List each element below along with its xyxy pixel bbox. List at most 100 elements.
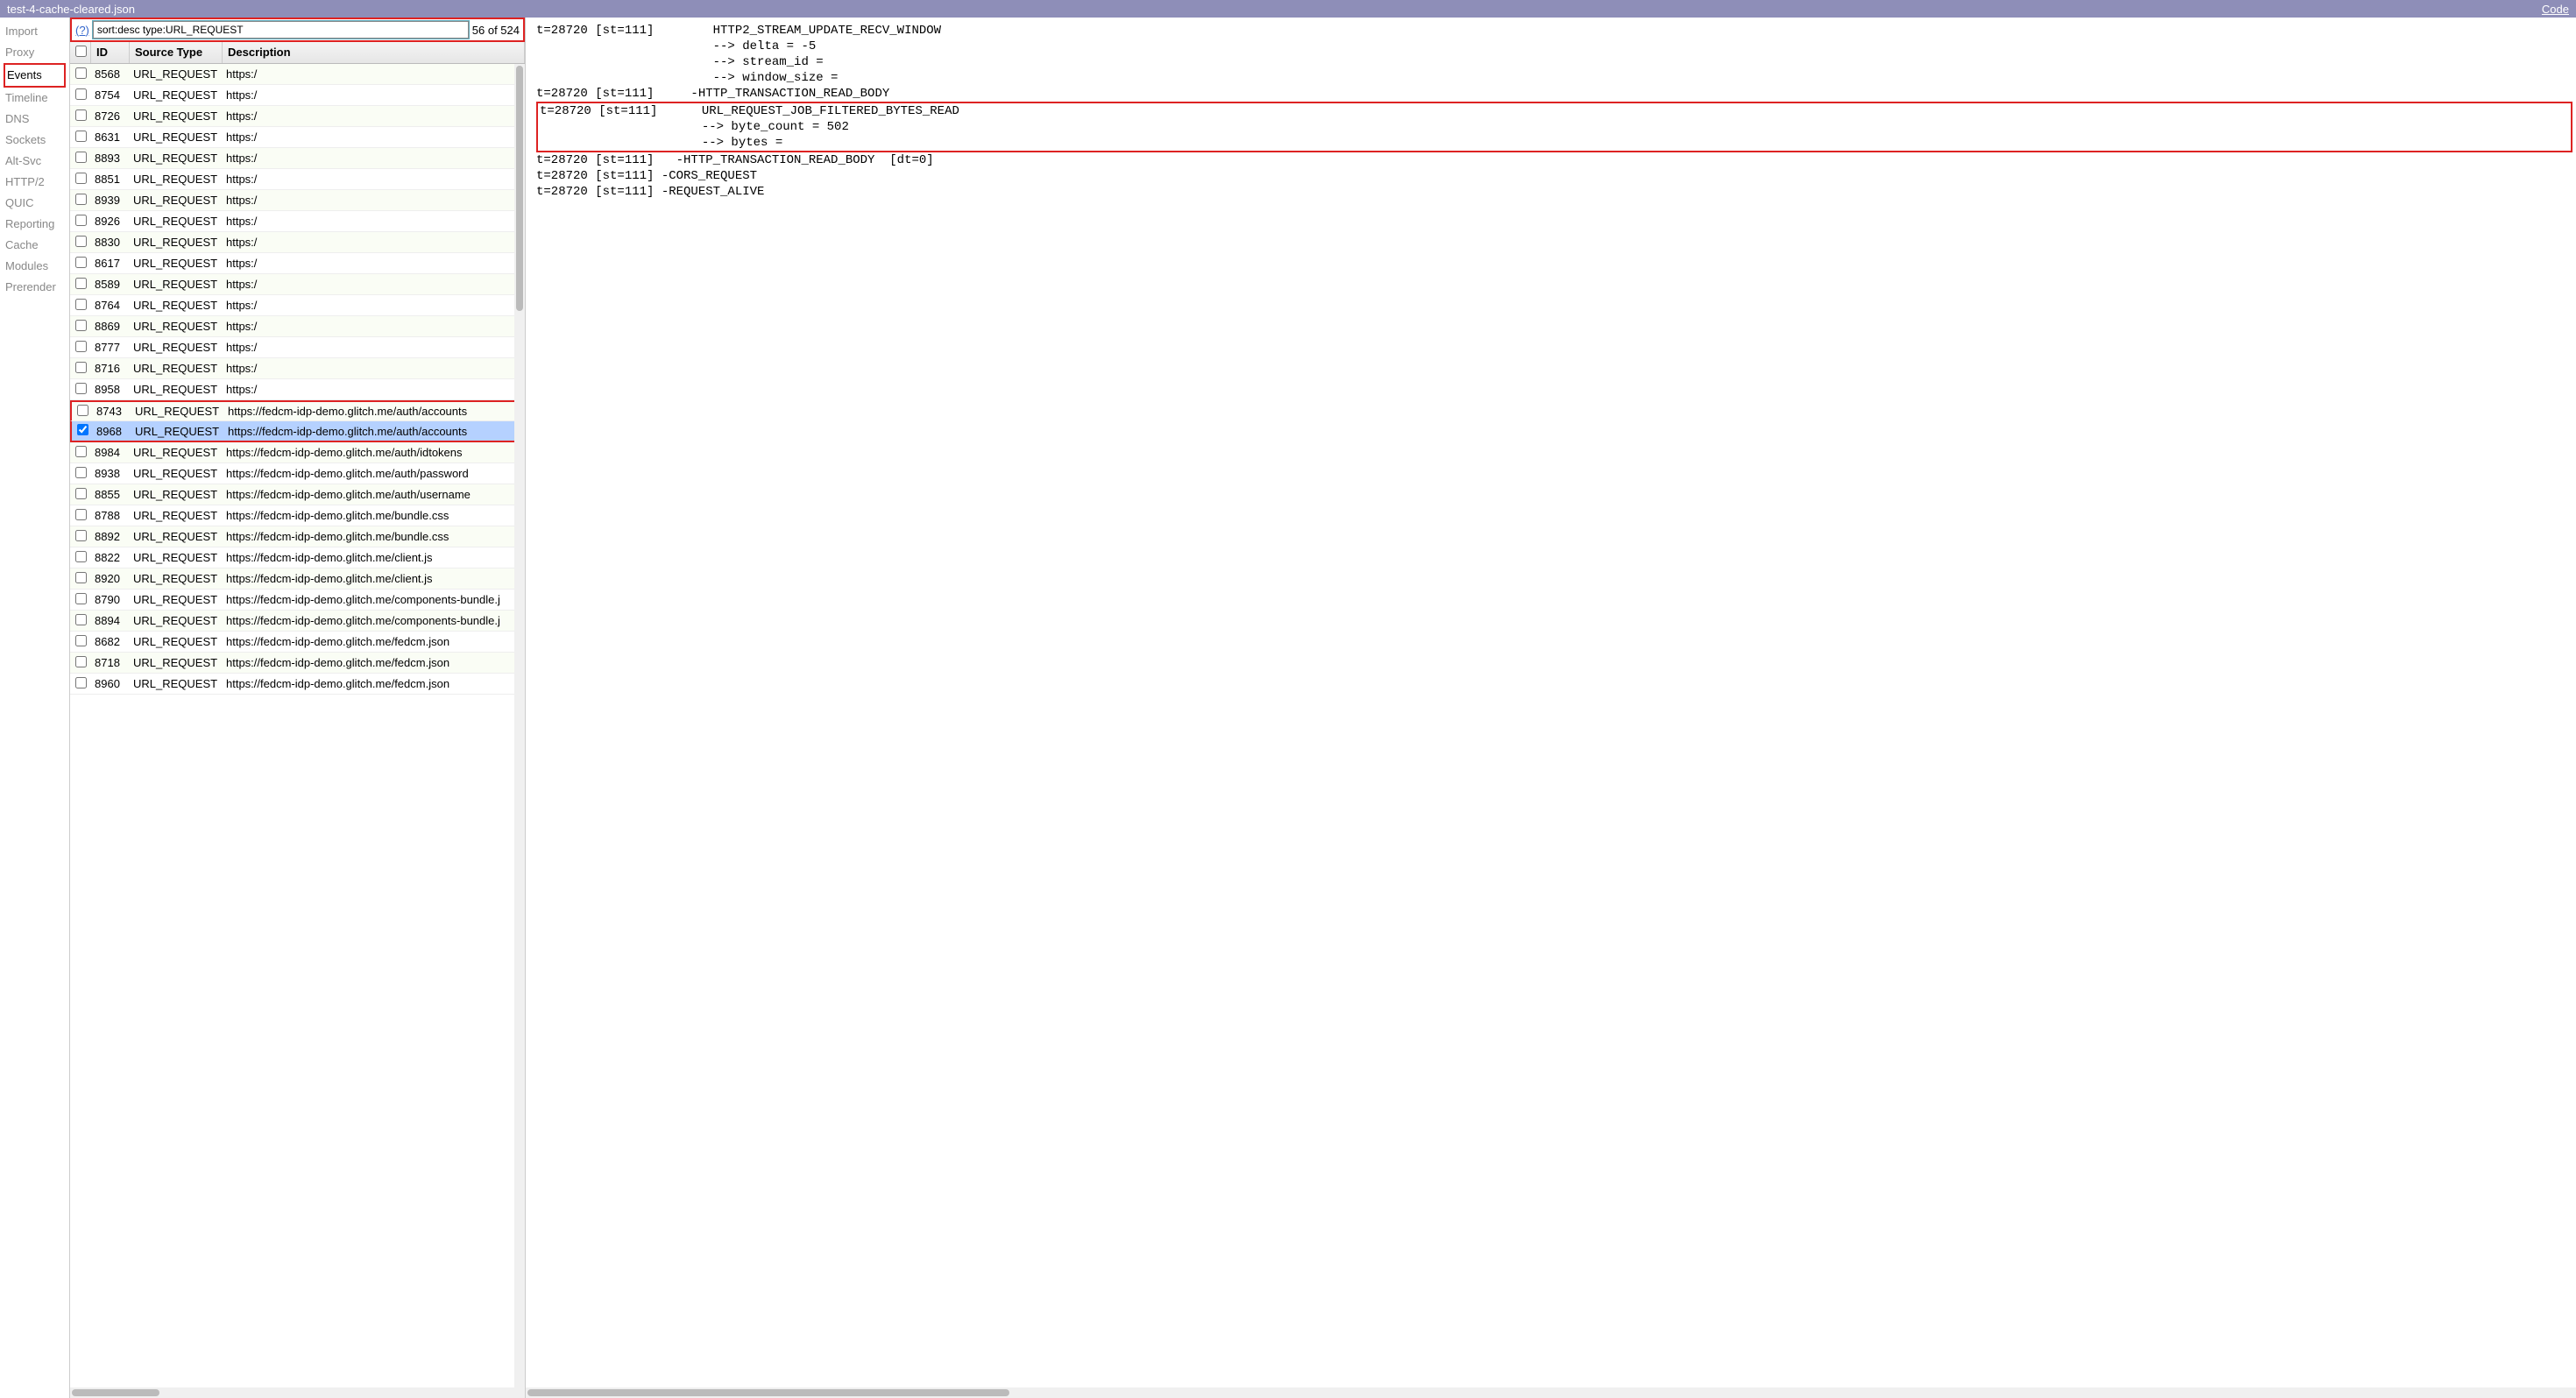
select-all-checkbox[interactable]	[75, 46, 87, 57]
table-row[interactable]: 8960URL_REQUESThttps://fedcm-idp-demo.gl…	[70, 674, 525, 695]
table-row[interactable]: 8926URL_REQUESThttps:/	[70, 211, 525, 232]
table-row[interactable]: 8788URL_REQUESThttps://fedcm-idp-demo.gl…	[70, 505, 525, 526]
log-line: --> bytes =	[540, 135, 2571, 151]
detail-pane[interactable]: t=28720 [st=111] HTTP2_STREAM_UPDATE_REC…	[526, 18, 2576, 1398]
row-checkbox[interactable]	[75, 109, 87, 121]
table-row[interactable]: 8568URL_REQUESThttps:/	[70, 64, 525, 85]
table-row[interactable]: 8718URL_REQUESThttps://fedcm-idp-demo.gl…	[70, 653, 525, 674]
table-header: ID Source Type Description	[70, 42, 525, 64]
row-checkbox[interactable]	[75, 593, 87, 604]
row-checkbox[interactable]	[75, 215, 87, 226]
vertical-scrollbar[interactable]	[514, 64, 525, 1387]
row-checkbox[interactable]	[75, 467, 87, 478]
table-row[interactable]: 8617URL_REQUESThttps:/	[70, 253, 525, 274]
row-checkbox[interactable]	[75, 257, 87, 268]
row-source-type: URL_REQUEST	[130, 614, 223, 627]
row-description: https:/	[223, 67, 525, 81]
row-description: https://fedcm-idp-demo.glitch.me/bundle.…	[223, 530, 525, 543]
row-checkbox[interactable]	[77, 405, 88, 416]
filter-input[interactable]	[93, 21, 469, 39]
row-checkbox[interactable]	[75, 572, 87, 583]
row-checkbox[interactable]	[75, 635, 87, 646]
sidebar-item-import[interactable]: Import	[4, 21, 66, 42]
table-row[interactable]: 8631URL_REQUESThttps:/	[70, 127, 525, 148]
table-row[interactable]: 8958URL_REQUESThttps:/	[70, 379, 525, 400]
row-description: https:/	[223, 109, 525, 123]
row-checkbox[interactable]	[75, 194, 87, 205]
table-row[interactable]: 8764URL_REQUESThttps:/	[70, 295, 525, 316]
sidebar-item-cache[interactable]: Cache	[4, 235, 66, 256]
row-checkbox[interactable]	[75, 341, 87, 352]
sidebar-item-prerender[interactable]: Prerender	[4, 277, 66, 298]
table-row[interactable]: 8968URL_REQUESThttps://fedcm-idp-demo.gl…	[70, 421, 525, 442]
table-row[interactable]: 8894URL_REQUESThttps://fedcm-idp-demo.gl…	[70, 611, 525, 632]
table-row[interactable]: 8851URL_REQUESThttps:/	[70, 169, 525, 190]
row-checkbox[interactable]	[75, 362, 87, 373]
table-row[interactable]: 8893URL_REQUESThttps:/	[70, 148, 525, 169]
table-row[interactable]: 8830URL_REQUESThttps:/	[70, 232, 525, 253]
header-id[interactable]: ID	[91, 42, 130, 63]
table-row[interactable]: 8984URL_REQUESThttps://fedcm-idp-demo.gl…	[70, 442, 525, 463]
horizontal-scrollbar-right[interactable]	[526, 1387, 2576, 1398]
table-row[interactable]: 8892URL_REQUESThttps://fedcm-idp-demo.gl…	[70, 526, 525, 547]
row-checkbox[interactable]	[75, 67, 87, 79]
sidebar-item-quic[interactable]: QUIC	[4, 193, 66, 214]
row-checkbox[interactable]	[75, 131, 87, 142]
row-checkbox[interactable]	[75, 530, 87, 541]
table-row[interactable]: 8716URL_REQUESThttps:/	[70, 358, 525, 379]
sidebar-item-http/2[interactable]: HTTP/2	[4, 172, 66, 193]
table-row[interactable]: 8726URL_REQUESThttps:/	[70, 106, 525, 127]
sidebar-item-proxy[interactable]: Proxy	[4, 42, 66, 63]
filter-help-link[interactable]: (?)	[75, 24, 89, 37]
table-row[interactable]: 8754URL_REQUESThttps:/	[70, 85, 525, 106]
header-description[interactable]: Description	[223, 42, 525, 63]
row-id: 8920	[91, 572, 130, 585]
table-body[interactable]: 8568URL_REQUESThttps:/8754URL_REQUESThtt…	[70, 64, 525, 1398]
table-row[interactable]: 8938URL_REQUESThttps://fedcm-idp-demo.gl…	[70, 463, 525, 484]
row-checkbox[interactable]	[75, 551, 87, 562]
table-row[interactable]: 8743URL_REQUESThttps://fedcm-idp-demo.gl…	[70, 400, 525, 421]
sidebar-item-reporting[interactable]: Reporting	[4, 214, 66, 235]
table-row[interactable]: 8869URL_REQUESThttps:/	[70, 316, 525, 337]
table-row[interactable]: 8855URL_REQUESThttps://fedcm-idp-demo.gl…	[70, 484, 525, 505]
row-checkbox[interactable]	[75, 446, 87, 457]
row-checkbox[interactable]	[75, 509, 87, 520]
code-link[interactable]: Code	[2542, 3, 2569, 16]
row-checkbox[interactable]	[75, 299, 87, 310]
sidebar-item-modules[interactable]: Modules	[4, 256, 66, 277]
table-row[interactable]: 8920URL_REQUESThttps://fedcm-idp-demo.gl…	[70, 568, 525, 590]
row-checkbox[interactable]	[75, 278, 87, 289]
sidebar-item-timeline[interactable]: Timeline	[4, 88, 66, 109]
table-row[interactable]: 8822URL_REQUESThttps://fedcm-idp-demo.gl…	[70, 547, 525, 568]
row-checkbox[interactable]	[75, 88, 87, 100]
row-id: 8754	[91, 88, 130, 102]
header-source-type[interactable]: Source Type	[130, 42, 223, 63]
table-row[interactable]: 8790URL_REQUESThttps://fedcm-idp-demo.gl…	[70, 590, 525, 611]
horizontal-scrollbar-left[interactable]	[70, 1387, 525, 1398]
row-id: 8968	[93, 425, 131, 438]
log-line: t=28720 [st=111] HTTP2_STREAM_UPDATE_REC…	[536, 23, 2572, 39]
filter-bar: (?) 56 of 524	[70, 18, 525, 42]
sidebar-item-events[interactable]: Events	[4, 63, 66, 88]
row-checkbox[interactable]	[75, 236, 87, 247]
row-checkbox[interactable]	[75, 614, 87, 625]
sidebar-item-sockets[interactable]: Sockets	[4, 130, 66, 151]
row-id: 8926	[91, 215, 130, 228]
row-checkbox[interactable]	[75, 656, 87, 667]
row-checkbox[interactable]	[77, 424, 88, 435]
row-checkbox[interactable]	[75, 488, 87, 499]
row-checkbox[interactable]	[75, 383, 87, 394]
row-source-type: URL_REQUEST	[130, 593, 223, 606]
table-row[interactable]: 8777URL_REQUESThttps:/	[70, 337, 525, 358]
row-source-type: URL_REQUEST	[130, 109, 223, 123]
row-checkbox[interactable]	[75, 173, 87, 184]
sidebar-item-alt-svc[interactable]: Alt-Svc	[4, 151, 66, 172]
row-checkbox[interactable]	[75, 677, 87, 688]
table-row[interactable]: 8939URL_REQUESThttps:/	[70, 190, 525, 211]
row-checkbox[interactable]	[75, 320, 87, 331]
table-row[interactable]: 8589URL_REQUESThttps:/	[70, 274, 525, 295]
table-row[interactable]: 8682URL_REQUESThttps://fedcm-idp-demo.gl…	[70, 632, 525, 653]
row-id: 8939	[91, 194, 130, 207]
row-checkbox[interactable]	[75, 152, 87, 163]
sidebar-item-dns[interactable]: DNS	[4, 109, 66, 130]
